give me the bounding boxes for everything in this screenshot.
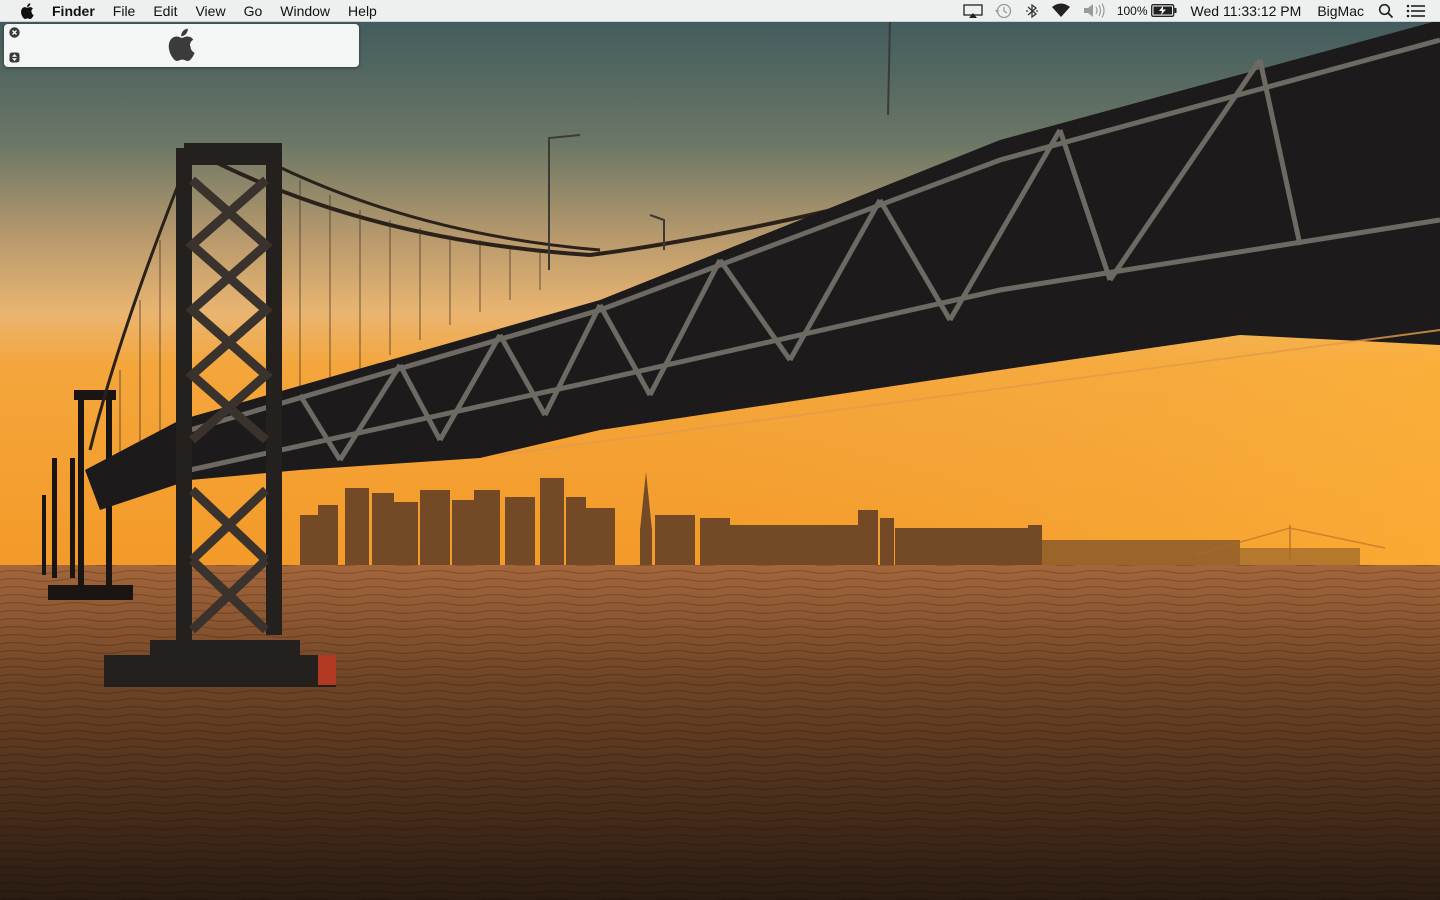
menu-bar-clock[interactable]: Wed 11:33:12 PM: [1183, 0, 1310, 22]
notification-center-icon[interactable]: [1400, 0, 1432, 22]
desktop-wallpaper: [0, 0, 1440, 900]
menu-bar-left: Finder File Edit View Go Window Help: [0, 0, 386, 22]
menu-edit[interactable]: Edit: [144, 0, 186, 22]
bluetooth-icon[interactable]: [1019, 0, 1045, 22]
wifi-icon[interactable]: [1045, 0, 1077, 22]
menu-file[interactable]: File: [104, 0, 145, 22]
search-icon[interactable]: [1372, 0, 1400, 22]
apple-logo-icon: [167, 28, 195, 66]
menu-bar-status: 100% Wed 11:33:12 PM BigMac: [957, 0, 1440, 22]
app-menu-finder[interactable]: Finder: [46, 0, 104, 22]
volume-icon[interactable]: [1077, 0, 1111, 22]
menu-view[interactable]: View: [186, 0, 234, 22]
apple-menu-icon[interactable]: [16, 0, 38, 22]
menu-bar: Finder File Edit View Go Window Help 100…: [0, 0, 1440, 22]
menu-help[interactable]: Help: [339, 0, 386, 22]
close-icon[interactable]: [9, 27, 20, 38]
resize-icon[interactable]: [9, 52, 20, 63]
menu-go[interactable]: Go: [235, 0, 272, 22]
menu-window[interactable]: Window: [271, 0, 339, 22]
airplay-icon[interactable]: [957, 0, 989, 22]
battery-status[interactable]: 100%: [1111, 0, 1183, 22]
battery-percent: 100%: [1116, 3, 1148, 18]
time-machine-icon[interactable]: [989, 0, 1019, 22]
widget-panel: [4, 24, 359, 67]
user-name[interactable]: BigMac: [1309, 0, 1372, 22]
battery-charging-icon: [1150, 4, 1177, 17]
